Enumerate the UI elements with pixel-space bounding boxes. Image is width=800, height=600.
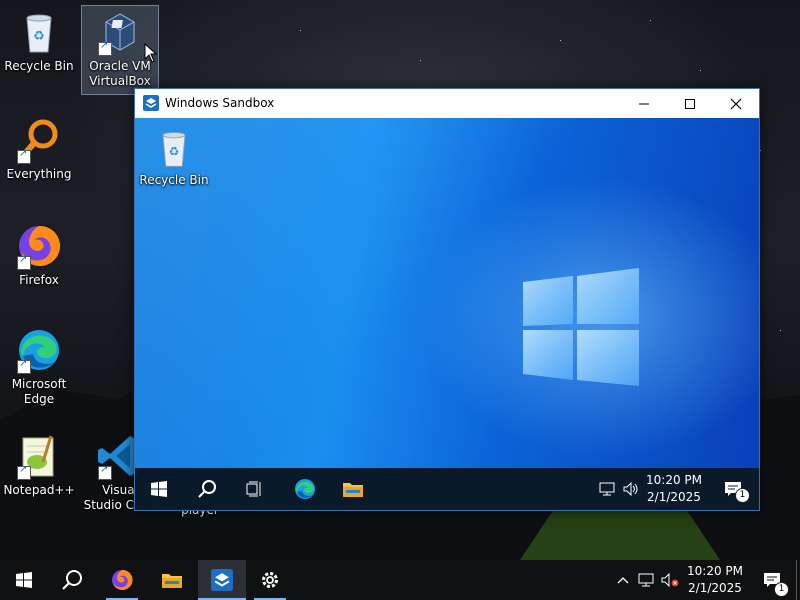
desktop-icon-firefox[interactable]: Firefox	[1, 222, 77, 288]
desktop-icon-label: Recycle Bin	[139, 173, 209, 187]
firefox-icon	[15, 222, 63, 270]
shortcut-arrow-icon	[98, 40, 112, 56]
sandbox-desktop-icon-recycle-bin[interactable]: ♻ Recycle Bin	[136, 126, 212, 188]
edge-icon	[295, 479, 315, 499]
desktop-icon-label: Recycle Bin	[4, 59, 74, 73]
sandbox-task-view-button[interactable]	[233, 468, 277, 510]
show-desktop-button[interactable]	[796, 560, 797, 600]
date: 2/1/2025	[688, 581, 742, 595]
taskbar-settings-button[interactable]	[246, 560, 294, 600]
window-title: Windows Sandbox	[165, 96, 275, 110]
sandbox-network-icon-button[interactable]	[595, 468, 619, 510]
gear-icon	[262, 572, 278, 588]
shortcut-arrow-icon	[98, 464, 112, 480]
sandbox-edge-button[interactable]	[283, 468, 327, 510]
everything-search-icon	[15, 116, 63, 164]
svg-text:♻: ♻	[169, 144, 180, 158]
shortcut-arrow-icon	[17, 464, 31, 480]
sandbox-volume-button[interactable]	[619, 468, 643, 510]
sandbox-time: 10:20 PM	[646, 473, 702, 487]
sandbox-clock[interactable]: 10:20 PM 2/1/2025	[643, 472, 705, 506]
svg-text:♻: ♻	[33, 29, 45, 44]
search-icon	[62, 570, 82, 590]
desktop-icon-edge[interactable]: Microsoft Edge	[1, 326, 77, 407]
desktop-icon-everything[interactable]: Everything	[1, 116, 77, 182]
window-titlebar[interactable]: Windows Sandbox	[135, 89, 759, 118]
taskbar-firefox-button[interactable]	[98, 560, 146, 600]
show-hidden-icons-button[interactable]	[612, 560, 634, 600]
close-button[interactable]	[713, 89, 759, 118]
desktop-icon-notepad-plus-plus[interactable]: Notepad++	[1, 432, 77, 498]
folder-icon	[162, 574, 182, 588]
folder-icon	[343, 483, 363, 497]
desktop-icon-label: Microsoft Edge	[11, 377, 67, 406]
sandbox-desktop[interactable]: ♻ Recycle Bin 10:20 PM 2/1/2025 1	[135, 118, 759, 510]
notifications-button[interactable]: 1	[748, 560, 796, 600]
maximize-button[interactable]	[667, 89, 713, 118]
chevron-up-icon	[617, 577, 629, 584]
notification-badge: 1	[774, 582, 789, 597]
sandbox-taskbar: 10:20 PM 2/1/2025 1	[135, 468, 759, 510]
windows-logo-wallpaper	[523, 268, 639, 386]
sandbox-file-explorer-button[interactable]	[331, 468, 375, 510]
recycle-bin-icon: ♻	[152, 126, 196, 170]
shortcut-arrow-icon	[17, 148, 31, 164]
taskbar-file-explorer-button[interactable]	[148, 560, 196, 600]
volume-muted-icon	[661, 573, 679, 587]
virtualbox-icon	[96, 8, 144, 56]
sandbox-search-button[interactable]	[185, 468, 229, 510]
recycle-bin-icon: ♻	[15, 8, 63, 56]
sandbox-app-icon	[211, 569, 233, 591]
sandbox-notifications-button[interactable]: 1	[711, 468, 755, 510]
minimize-icon	[639, 103, 649, 104]
desktop-icon-label: Firefox	[19, 273, 59, 287]
windows-start-icon	[16, 572, 32, 588]
task-view-icon	[246, 481, 261, 497]
taskbar: 10:20 PM 2/1/2025 1	[0, 560, 800, 600]
mouse-cursor-icon	[144, 43, 158, 63]
notepad-plus-plus-icon	[15, 432, 63, 480]
search-button[interactable]	[48, 560, 96, 600]
search-icon	[198, 480, 216, 498]
desktop-icon-label: Everything	[6, 167, 72, 181]
taskbar-windows-sandbox-button[interactable]	[198, 560, 246, 600]
sandbox-start-button[interactable]	[137, 468, 181, 510]
desktop-icon-label: Oracle VM VirtualBox	[89, 59, 151, 88]
windows-sandbox-window[interactable]: Windows Sandbox ♻ Recycle Bin 10:20 PM 2…	[134, 88, 760, 511]
desktop-icon-label: Notepad++	[3, 483, 75, 497]
sandbox-app-icon	[143, 95, 159, 111]
shortcut-arrow-icon	[17, 254, 31, 270]
network-icon	[599, 482, 615, 496]
start-button[interactable]	[0, 560, 48, 600]
clock[interactable]: 10:20 PM 2/1/2025	[684, 563, 746, 597]
time: 10:20 PM	[687, 564, 743, 578]
firefox-icon	[112, 569, 133, 590]
minimize-button[interactable]	[621, 89, 667, 118]
volume-button[interactable]	[658, 560, 682, 600]
network-icon	[638, 573, 654, 587]
sandbox-date: 2/1/2025	[647, 490, 701, 504]
volume-icon	[623, 482, 638, 496]
maximize-icon	[685, 98, 695, 109]
close-icon	[730, 98, 742, 109]
windows-start-icon	[151, 481, 167, 497]
edge-icon	[15, 326, 63, 374]
desktop-icon-recycle-bin[interactable]: ♻ Recycle Bin	[1, 8, 77, 74]
network-button[interactable]	[634, 560, 658, 600]
shortcut-arrow-icon	[17, 358, 31, 374]
sandbox-notification-badge: 1	[735, 488, 750, 503]
